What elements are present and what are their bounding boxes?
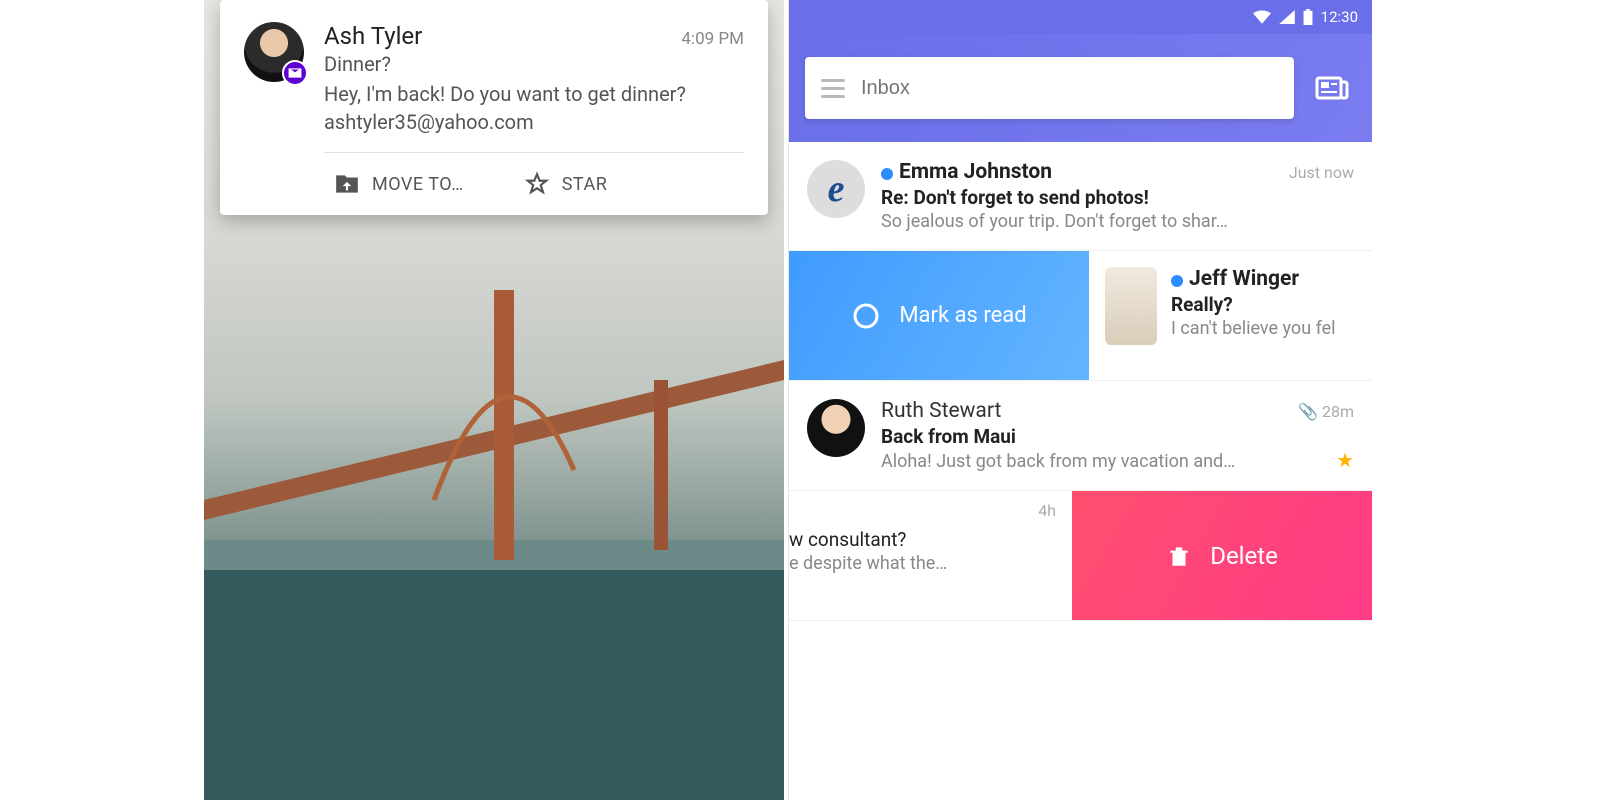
email-preview: So jealous of your trip. Don't forget to… (881, 211, 1354, 232)
delete-label: Delete (1210, 542, 1278, 570)
wifi-icon (1253, 10, 1271, 24)
sender-email: ashtyler35@yahoo.com (324, 110, 744, 134)
email-row[interactable]: e Emma Johnston Just now Re: Don't forge… (789, 142, 1372, 251)
avatar-initial: e (828, 167, 845, 211)
email-preview: e despite what the… (789, 553, 1056, 574)
delete-action[interactable]: Delete (1072, 491, 1372, 620)
sender-name: Jeff Winger (1189, 267, 1299, 291)
email-time: 📎28m (1298, 402, 1354, 421)
email-subject: Back from Maui (881, 425, 1354, 448)
app-bar (789, 34, 1372, 142)
sender-avatar (244, 22, 304, 82)
news-button[interactable] (1308, 64, 1356, 112)
email-time: Just now (1289, 163, 1354, 182)
sender-name: Emma Johnston (899, 160, 1052, 184)
sender-avatar (807, 399, 865, 457)
status-time: 12:30 (1321, 8, 1358, 26)
star-filled-icon[interactable]: ★ (1336, 448, 1354, 472)
sender-avatar: e (807, 160, 865, 218)
email-subject: Really? (1171, 293, 1336, 316)
star-label: STAR (562, 174, 608, 195)
trash-icon (1166, 543, 1192, 569)
inbox-screen: 12:30 e (788, 0, 1372, 800)
battery-icon (1303, 9, 1313, 25)
news-icon (1315, 74, 1349, 102)
email-subject: Re: Don't forget to send photos! (881, 186, 1354, 209)
mark-read-circle-icon (851, 301, 881, 331)
email-preview: Hey, I'm back! Do you want to get dinner… (324, 82, 744, 106)
unread-dot-icon (1171, 275, 1183, 287)
email-preview: I can't believe you fel (1171, 318, 1336, 339)
email-subject: Dinner? (324, 52, 744, 76)
email-row-swiped[interactable]: 4h w consultant? e despite what the… Del… (789, 491, 1372, 621)
lockscreen: Ash Tyler 4:09 PM Dinner? Hey, I'm back!… (204, 0, 784, 800)
email-preview: Aloha! Just got back from my vacation an… (881, 451, 1330, 472)
email-row-swiped[interactable]: Mark as read Jeff Winger Really? I can't… (789, 251, 1372, 381)
sender-name: Ash Tyler (324, 22, 422, 50)
mark-as-read-action[interactable]: Mark as read (789, 251, 1089, 380)
hamburger-menu-icon[interactable] (821, 79, 845, 98)
sender-avatar (1105, 267, 1157, 345)
mail-app-badge-icon (282, 60, 308, 86)
sender-name: Ruth Stewart (881, 399, 1001, 423)
unread-dot-icon (881, 168, 893, 180)
email-time: 4h (789, 501, 1056, 520)
status-bar: 12:30 (789, 0, 1372, 34)
move-to-label: MOVE TO… (372, 174, 464, 195)
email-row[interactable]: Ruth Stewart 📎28m Back from Maui Aloha! … (789, 381, 1372, 491)
email-notification-card[interactable]: Ash Tyler 4:09 PM Dinner? Hey, I'm back!… (220, 0, 768, 215)
search-input[interactable] (861, 77, 1278, 100)
mark-as-read-label: Mark as read (899, 303, 1026, 328)
notification-time: 4:09 PM (681, 29, 744, 49)
search-box[interactable] (805, 57, 1294, 119)
star-button[interactable]: STAR (514, 153, 618, 215)
folder-move-icon (334, 171, 360, 197)
email-list[interactable]: e Emma Johnston Just now Re: Don't forge… (789, 142, 1372, 800)
signal-icon (1279, 10, 1295, 24)
attachment-icon: 📎 (1298, 402, 1318, 421)
star-outline-icon (524, 171, 550, 197)
email-subject: w consultant? (789, 528, 1056, 551)
move-to-button[interactable]: MOVE TO… (324, 153, 474, 215)
